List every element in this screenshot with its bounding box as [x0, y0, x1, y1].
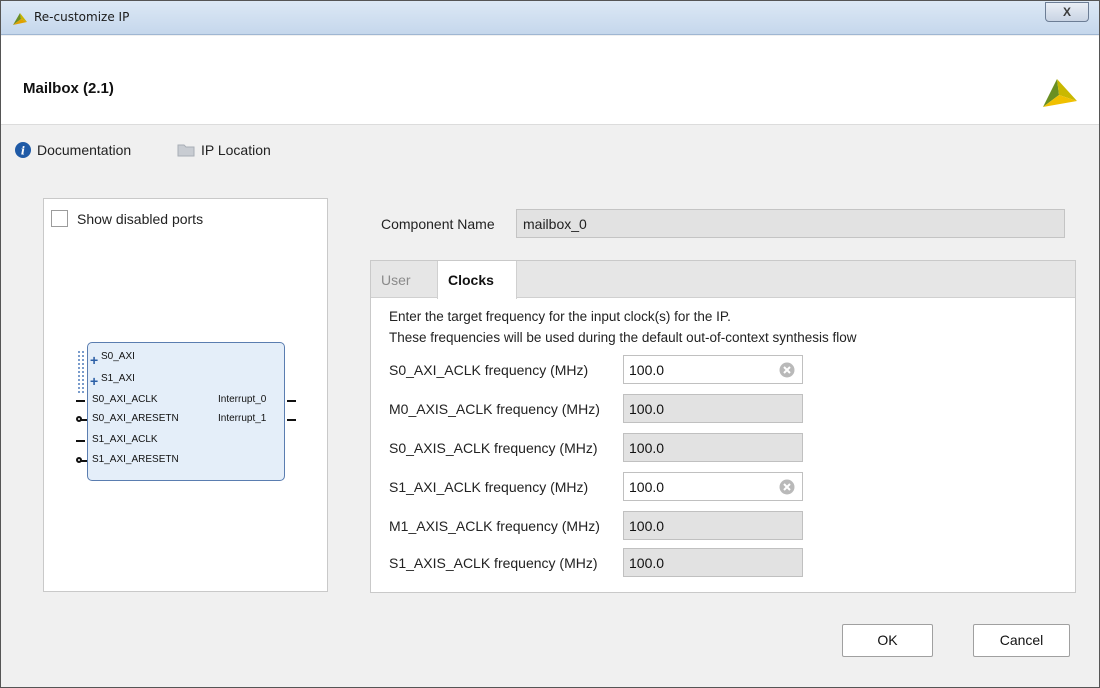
tab-user[interactable]: User — [371, 261, 436, 298]
documentation-label: Documentation — [37, 142, 132, 158]
port-interrupt-1[interactable]: Interrupt_1 — [218, 413, 266, 424]
expand-s1-axi-icon[interactable]: + — [90, 374, 98, 388]
dialog-window: Re-customize IP X Mailbox (2.1) i Docume… — [0, 0, 1100, 688]
port-s0-axi-aresetn[interactable]: S0_AXI_ARESETN — [92, 413, 179, 424]
svg-text:i: i — [21, 145, 25, 158]
ip-title: Mailbox (2.1) — [23, 80, 114, 97]
ok-button[interactable]: OK — [842, 624, 933, 657]
port-pin-line — [287, 419, 296, 421]
port-pin-line — [76, 400, 85, 402]
m0-axis-aclk-freq-label: M0_AXIS_ACLK frequency (MHz) — [389, 401, 600, 417]
ip-location-link[interactable]: IP Location — [177, 142, 271, 158]
clear-icon[interactable] — [779, 362, 795, 378]
show-disabled-ports-toggle[interactable]: Show disabled ports — [51, 210, 203, 227]
s0-axi-aclk-freq-input[interactable]: 100.0 — [623, 355, 803, 384]
info-icon: i — [15, 142, 31, 158]
close-icon: X — [1062, 5, 1071, 19]
tab-clocks[interactable]: Clocks — [437, 261, 517, 299]
s1-axi-aclk-freq-value: 100.0 — [629, 479, 665, 495]
tab-strip: User Clocks — [371, 261, 1075, 299]
port-s0-axi-aclk[interactable]: S0_AXI_ACLK — [92, 394, 158, 405]
show-disabled-ports-label: Show disabled ports — [77, 210, 204, 227]
s1-axi-aclk-freq-label: S1_AXI_ACLK frequency (MHz) — [389, 479, 589, 495]
expand-s0-axi-icon[interactable]: + — [90, 353, 98, 367]
port-pin-line — [76, 440, 85, 442]
clocks-description-line-2: These frequencies will be used during th… — [389, 330, 857, 345]
clear-icon[interactable] — [779, 479, 795, 495]
s0-axis-aclk-freq-input: 100.0 — [623, 433, 803, 462]
show-disabled-ports-checkbox[interactable] — [51, 210, 68, 227]
m0-axis-aclk-freq-input: 100.0 — [623, 394, 803, 423]
folder-icon — [177, 144, 195, 157]
window-title: Re-customize IP — [34, 10, 130, 24]
m1-axis-aclk-freq-input: 100.0 — [623, 511, 803, 540]
close-button[interactable]: X — [1045, 2, 1089, 22]
config-tabs-panel: User Clocks Enter the target frequency f… — [370, 260, 1076, 593]
port-s1-axi[interactable]: S1_AXI — [101, 373, 135, 384]
title-bar[interactable]: Re-customize IP X — [1, 1, 1099, 35]
s1-axis-aclk-freq-input: 100.0 — [623, 548, 803, 577]
port-pin-line — [81, 419, 87, 421]
ip-header: Mailbox (2.1) — [1, 36, 1099, 125]
ip-location-label: IP Location — [201, 142, 271, 158]
s0-axi-aclk-freq-label: S0_AXI_ACLK frequency (MHz) — [389, 362, 589, 378]
clocks-description-line-1: Enter the target frequency for the input… — [389, 309, 731, 324]
s0-axi-aclk-freq-value: 100.0 — [629, 362, 665, 378]
port-s0-axi[interactable]: S0_AXI — [101, 351, 135, 362]
m1-axis-aclk-freq-label: M1_AXIS_ACLK frequency (MHz) — [389, 518, 600, 534]
xilinx-logo-icon — [1043, 79, 1077, 107]
interface-bus-marker — [78, 351, 84, 393]
port-pin-line — [81, 460, 87, 462]
cancel-button[interactable]: Cancel — [973, 624, 1070, 657]
vivado-app-icon — [13, 13, 27, 25]
port-interrupt-0[interactable]: Interrupt_0 — [218, 394, 266, 405]
link-bar: i Documentation IP Location — [1, 126, 1099, 178]
component-name-label: Component Name — [381, 216, 495, 232]
port-s1-axi-aclk[interactable]: S1_AXI_ACLK — [92, 434, 158, 445]
documentation-link[interactable]: i Documentation — [15, 142, 131, 158]
s1-axi-aclk-freq-input[interactable]: 100.0 — [623, 472, 803, 501]
s0-axis-aclk-freq-label: S0_AXIS_ACLK frequency (MHz) — [389, 440, 598, 456]
component-name-field[interactable]: mailbox_0 — [516, 209, 1065, 238]
ip-symbol-panel: Show disabled ports + S0_AXI + S1_AXI S0… — [43, 198, 328, 592]
s1-axis-aclk-freq-label: S1_AXIS_ACLK frequency (MHz) — [389, 555, 598, 571]
port-s1-axi-aresetn[interactable]: S1_AXI_ARESETN — [92, 454, 179, 465]
port-pin-line — [287, 400, 296, 402]
